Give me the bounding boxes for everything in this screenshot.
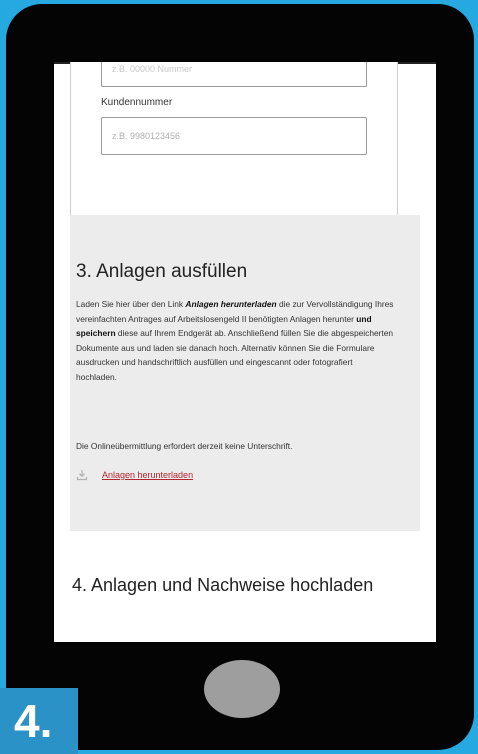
phone-screen: z.B. 00000 Nummer Kundennummer z.B. 9980… [54,62,436,642]
kundennummer-input[interactable]: z.B. 9980123456 [101,117,367,155]
section-3-title: 3. Anlagen ausfüllen [76,261,248,282]
previous-number-input[interactable]: z.B. 00000 Nummer [101,62,367,87]
section-anlagen-ausfuellen: 3. Anlagen ausfüllen Laden Sie hier über… [70,215,420,531]
download-icon [76,470,88,481]
description-part-1: Laden Sie hier über den Link [76,299,186,309]
home-button[interactable] [204,660,280,718]
form-card: z.B. 00000 Nummer Kundennummer z.B. 9980… [70,62,398,228]
inline-download-link[interactable]: Anlagen herunterladen [185,299,276,309]
section-3-description: Laden Sie hier über den Link Anlagen her… [76,297,394,384]
step-badge: 4. [0,688,78,754]
phone-frame: z.B. 00000 Nummer Kundennummer z.B. 9980… [6,4,474,750]
download-attachments-link[interactable]: Anlagen herunterladen [76,469,193,481]
signature-note: Die Onlineübermittlung erfordert derzeit… [76,441,293,451]
download-link-label[interactable]: Anlagen herunterladen [102,470,193,480]
step-number: 4. [14,695,53,747]
section-4-title: 4. Anlagen und Nachweise hochladen [72,575,374,595]
description-part-3: diese auf Ihrem Endgerät ab. Anschließen… [76,328,394,382]
kundennummer-label: Kundennummer [101,97,173,108]
